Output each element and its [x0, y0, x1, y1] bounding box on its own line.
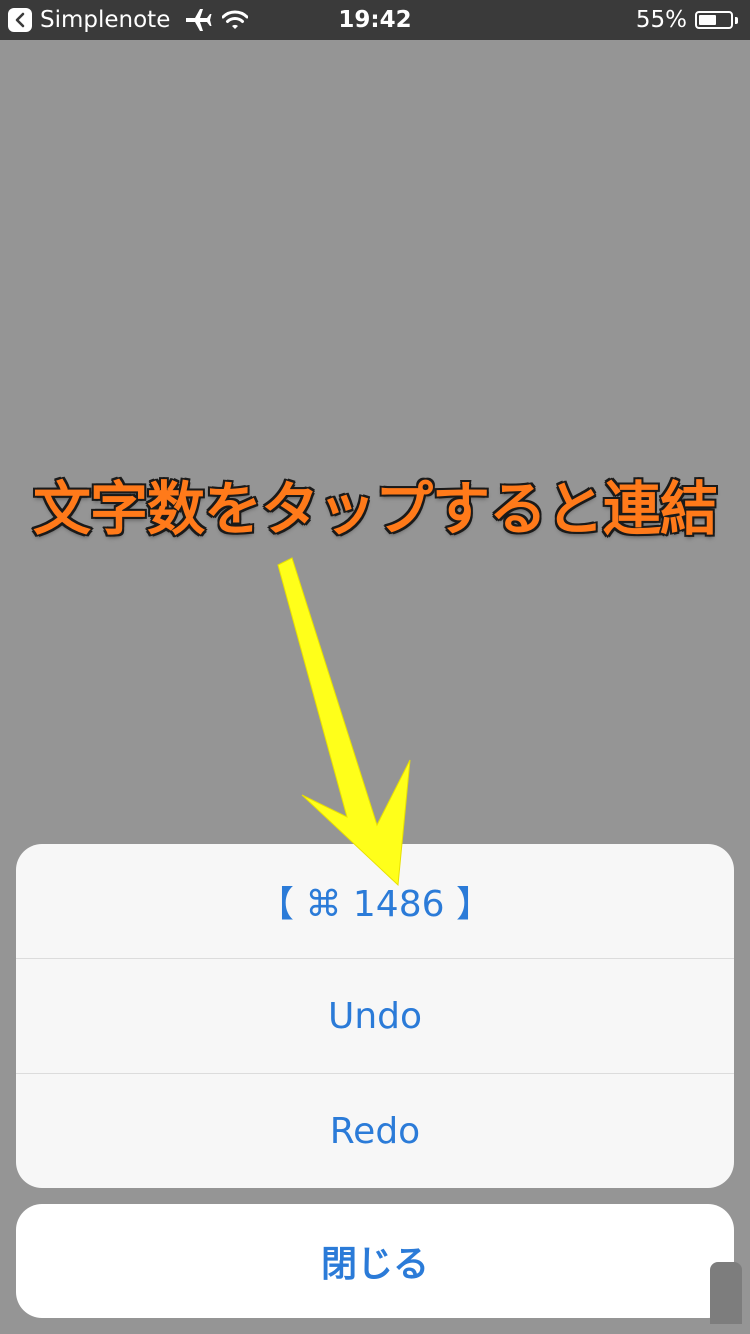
- status-bar: Simplenote 19:42 55%: [0, 0, 750, 40]
- annotation-caption: 文字数をタップすると連結: [31, 474, 719, 545]
- status-right: 55%: [636, 0, 738, 40]
- battery-percent: 55%: [635, 7, 687, 33]
- close-button[interactable]: 閉じる: [16, 1204, 734, 1318]
- battery-body: [695, 11, 733, 29]
- undo-button[interactable]: Undo: [16, 959, 734, 1073]
- action-sheet: 【 ⌘ 1486 】 Undo Redo: [16, 844, 734, 1188]
- background-edge: [710, 1262, 742, 1324]
- battery-icon: [695, 11, 738, 29]
- character-count-button[interactable]: 【 ⌘ 1486 】: [16, 844, 734, 958]
- battery-cap: [735, 16, 738, 24]
- redo-button[interactable]: Redo: [16, 1074, 734, 1188]
- battery-fill: [699, 15, 716, 25]
